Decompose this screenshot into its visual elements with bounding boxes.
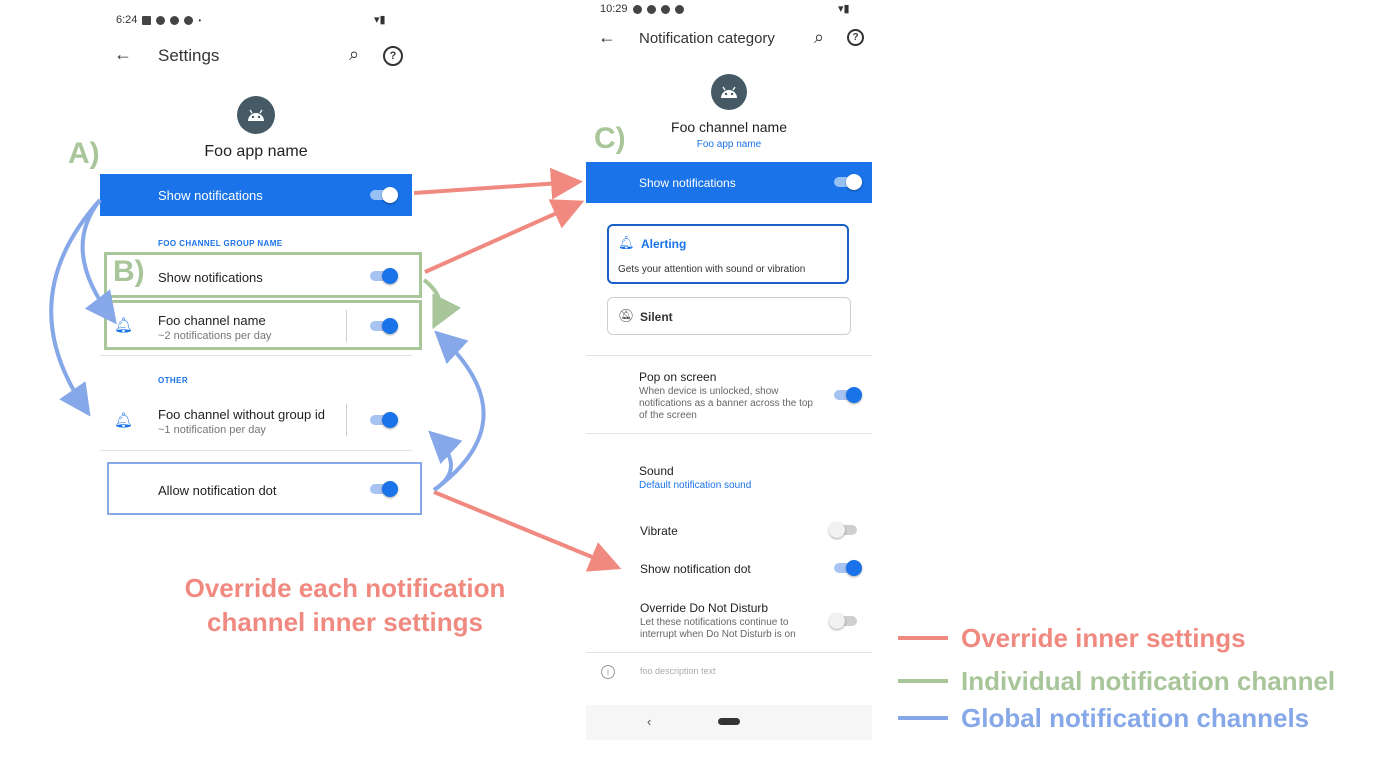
footer-text: foo description text (640, 666, 716, 676)
back-arrow-icon[interactable]: ← (112, 44, 134, 64)
wifi-battery-icon: ▾▮ (374, 14, 386, 26)
app-icon (711, 74, 747, 110)
bell-icon: 🔔︎ (618, 235, 635, 250)
silent-title: Silent (640, 310, 673, 324)
vibrate-toggle[interactable] (829, 522, 857, 538)
back-arrow-icon[interactable]: ← (596, 27, 618, 47)
dnd-desc: Let these notifications continue to inte… (640, 617, 796, 640)
app-notif-icon (674, 4, 684, 14)
alerting-title: Alerting (641, 237, 687, 251)
section-divider (586, 433, 872, 434)
search-icon[interactable]: ⌕ (343, 44, 365, 64)
master-toggle[interactable] (834, 174, 862, 190)
app-notif-icon (170, 15, 180, 25)
app-notif-icon (632, 4, 642, 14)
section-divider (586, 652, 872, 653)
help-icon[interactable]: ? (383, 46, 403, 66)
label-c: C) (594, 122, 626, 155)
pop-title: Pop on screen (639, 370, 717, 384)
alerting-desc: Gets your attention with sound or vibrat… (618, 264, 806, 275)
back-nav-icon[interactable]: ‹ (647, 714, 651, 729)
label-a: A) (68, 137, 100, 170)
nav-bar: ‹ (586, 705, 872, 740)
group-header: FOO CHANNEL GROUP NAME (158, 239, 283, 248)
other-header: OTHER (158, 376, 188, 385)
app-notif-icon (184, 15, 194, 25)
dot-title: Show notification dot (640, 562, 751, 576)
pop-toggle[interactable] (834, 387, 862, 403)
app-name: Foo app name (696, 139, 762, 150)
bell-off-icon: 🔕︎ (618, 308, 635, 323)
app-notif-icon (646, 4, 656, 14)
status-bar: 10:29 (600, 3, 684, 15)
group-highlight-box (104, 252, 422, 298)
page-title: Notification category (639, 30, 775, 47)
bell-icon: 🔔︎ (114, 412, 134, 429)
legend-override-label: Override inner settings (961, 623, 1246, 653)
channel-name: Foo channel name (671, 119, 787, 135)
section-divider (100, 450, 412, 451)
app-icon (237, 96, 275, 134)
master-label: Show notifications (158, 188, 263, 203)
show-notifications-master-row[interactable]: Show notifications (586, 162, 872, 203)
dot-toggle[interactable] (834, 560, 862, 576)
master-toggle[interactable] (370, 187, 398, 203)
label-b: B) (113, 255, 145, 288)
search-icon[interactable]: ⌕ (808, 27, 830, 47)
info-icon: i (601, 665, 615, 679)
section-divider (586, 355, 872, 356)
status-bar: 6:24 • (116, 14, 201, 26)
more-notif-icon: • (198, 15, 202, 25)
alerting-option[interactable]: 🔔︎ Alerting Gets your attention with sou… (607, 224, 849, 284)
channel2-subtitle: ~1 notification per day (158, 424, 266, 436)
page-title: Settings (158, 46, 220, 65)
channel2-toggle[interactable] (370, 412, 398, 428)
app-name: Foo app name (204, 143, 308, 160)
dnd-title: Override Do Not Disturb (640, 601, 769, 615)
silent-option[interactable]: 🔕︎ Silent (607, 297, 851, 335)
pop-desc: When device is unlocked, show notificati… (639, 386, 813, 421)
app-notif-icon (156, 15, 166, 25)
legend-individual-label: Individual notification channel (961, 666, 1336, 696)
sound-title[interactable]: Sound (639, 464, 674, 478)
image-notif-icon (142, 15, 152, 25)
right-channel-screen: 10:29 ▾▮ ← Notification category ⌕ ? Foo… (586, 0, 872, 740)
section-divider (100, 355, 412, 356)
legend-global-label: Global notification channels (961, 703, 1310, 733)
row-divider (346, 404, 347, 436)
channel2-title[interactable]: Foo channel without group id (158, 407, 325, 422)
app-notif-icon (660, 4, 670, 14)
override-each-caption-line2: channel inner settings (207, 607, 483, 637)
vibrate-title: Vibrate (640, 524, 678, 538)
override-each-caption-line1: Override each notification (184, 573, 506, 603)
channel-highlight-box (104, 300, 422, 350)
status-time: 10:29 (600, 3, 628, 15)
status-time: 6:24 (116, 14, 138, 26)
master-label: Show notifications (639, 176, 736, 190)
home-pill[interactable] (718, 718, 740, 725)
sound-desc: Default notification sound (639, 480, 752, 491)
dnd-toggle[interactable] (829, 613, 857, 629)
wifi-battery-icon: ▾▮ (838, 3, 850, 15)
help-icon[interactable]: ? (847, 29, 864, 46)
dot-highlight-box (107, 462, 422, 515)
show-notifications-master-row[interactable]: Show notifications (100, 174, 412, 216)
